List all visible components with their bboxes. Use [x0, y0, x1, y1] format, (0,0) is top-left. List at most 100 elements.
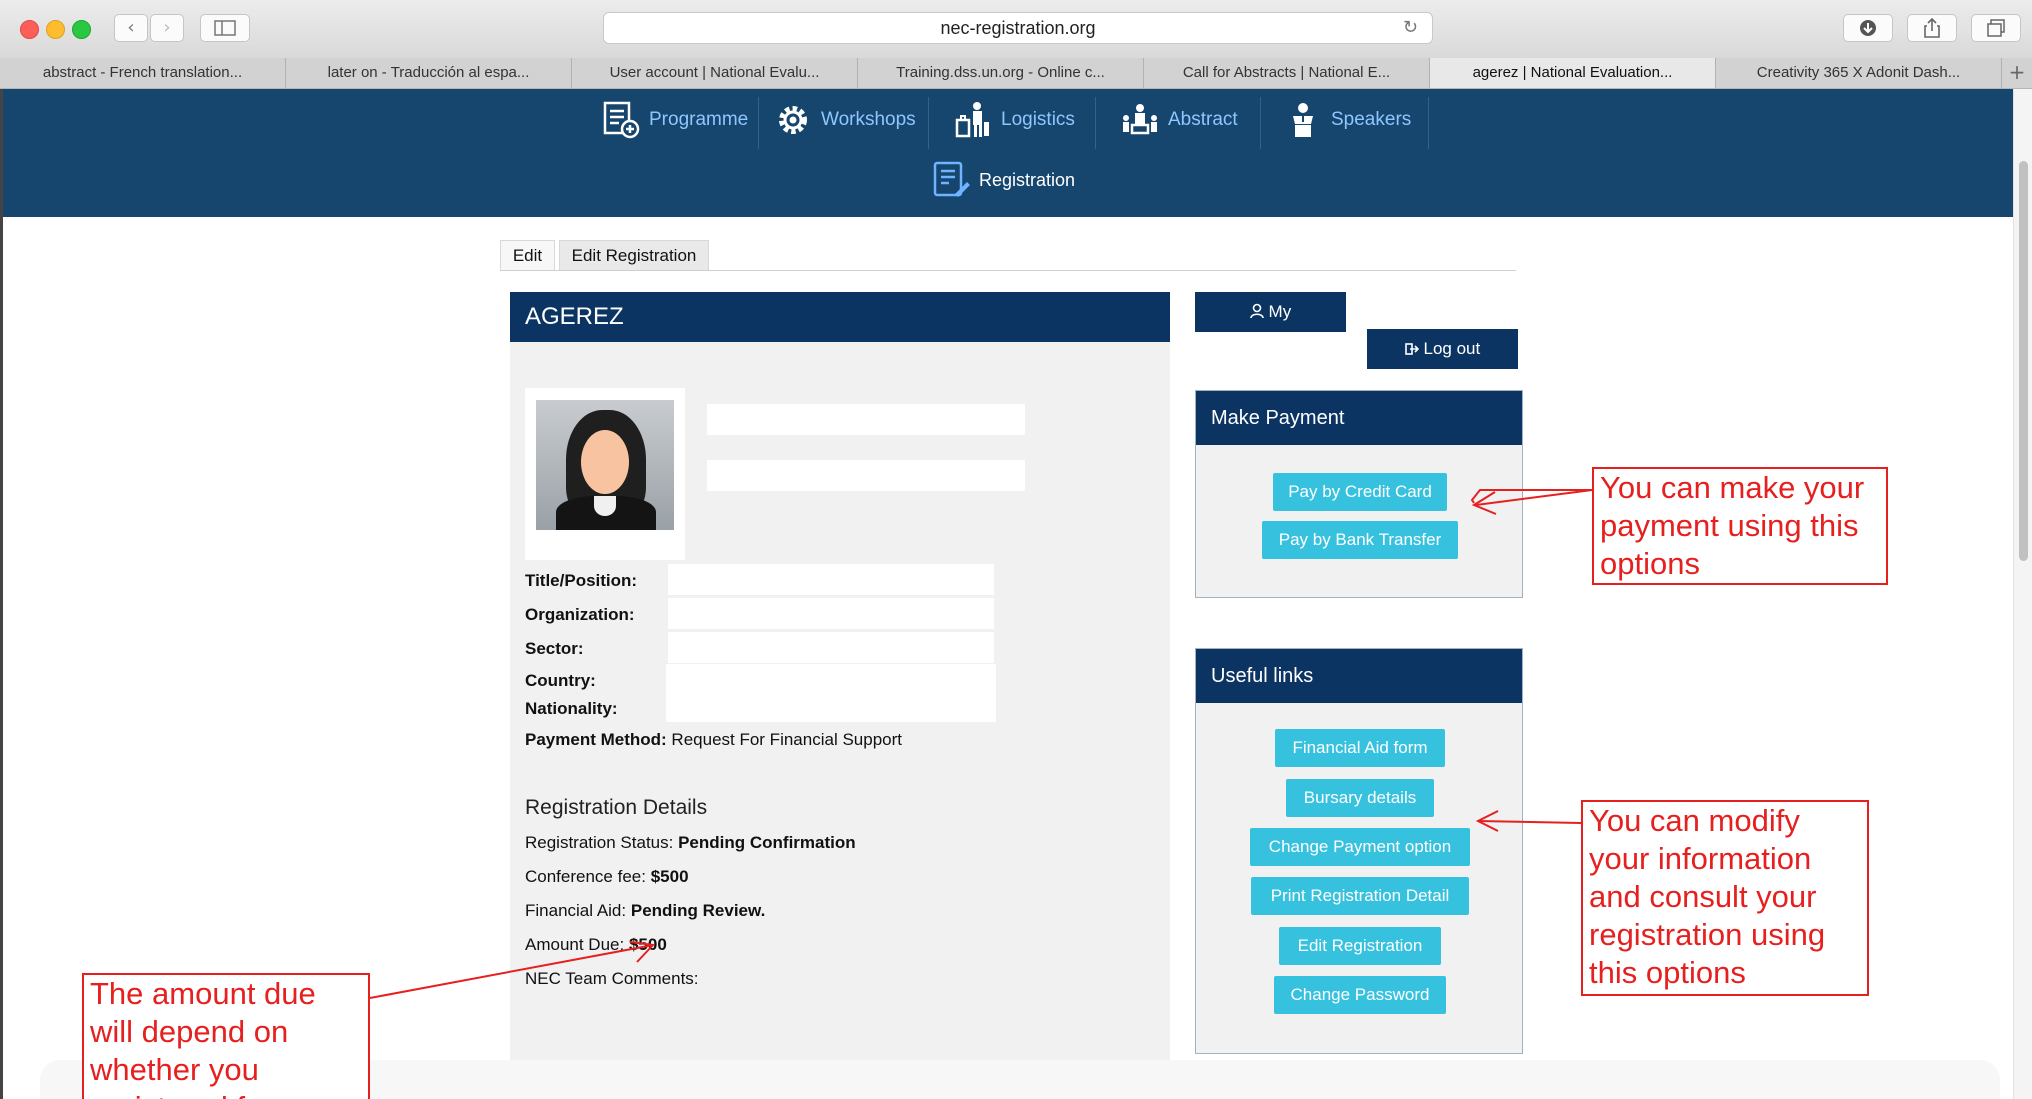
sidebar-toggle-button[interactable]: [200, 14, 250, 42]
logout-button[interactable]: Log out: [1367, 329, 1518, 369]
browser-tab-active[interactable]: agerez | National Evaluation...: [1430, 58, 1716, 88]
payment-method: Payment Method: Request For Financial Su…: [525, 730, 902, 749]
profile-panel: AGEREZ Title/Position: Organization: Sec…: [510, 292, 1170, 1062]
logout-label: Log out: [1423, 339, 1481, 358]
site-header: Programme Workshops Logistics Abstract S…: [3, 89, 2013, 217]
change-password-button[interactable]: Change Password: [1274, 976, 1446, 1014]
nav-speakers-label: Speakers: [1331, 109, 1412, 130]
profile-name: AGEREZ: [510, 292, 1170, 342]
browser-tab[interactable]: later on - Traducción al espa...: [286, 58, 572, 88]
window-edge: [0, 89, 3, 1099]
nav-speakers[interactable]: Speakers: [1283, 93, 1411, 147]
title-label: Title/Position:: [525, 571, 638, 590]
chevron-left-icon: ‹: [127, 17, 135, 38]
registration-form-icon: [933, 161, 970, 197]
amount-annotation: The amount due will depend on whether yo…: [82, 973, 370, 1099]
modify-annotation: You can modify your information and cons…: [1581, 800, 1869, 996]
download-icon: [1860, 20, 1876, 36]
programme-icon: [603, 101, 640, 139]
nav-divider: [758, 97, 759, 149]
sector-field: [668, 632, 994, 663]
profile-photo: [525, 388, 685, 560]
close-window-button[interactable]: [20, 20, 39, 39]
sign-out-icon: [1404, 343, 1419, 355]
financial-aid-form-button[interactable]: Financial Aid form: [1275, 729, 1445, 767]
tabs-icon: [1987, 19, 2005, 37]
browser-tab[interactable]: Training.dss.un.org - Online c...: [858, 58, 1144, 88]
nav-divider: [928, 97, 929, 149]
organization-label: Organization:: [525, 605, 635, 624]
scrollbar-thumb[interactable]: [2019, 161, 2028, 561]
email-field: [707, 460, 1025, 491]
payment-method-value: Request For Financial Support: [671, 730, 902, 749]
bursary-details-button[interactable]: Bursary details: [1286, 779, 1434, 817]
my-account-button[interactable]: My: [1195, 292, 1346, 332]
browser-tab[interactable]: User account | National Evalu...: [572, 58, 858, 88]
nav-abstract[interactable]: Abstract: [1120, 93, 1238, 147]
browser-tab[interactable]: Call for Abstracts | National E...: [1144, 58, 1430, 88]
forward-button[interactable]: ›: [150, 14, 184, 42]
sidebar-icon: [214, 20, 236, 36]
country-label: Country:: [525, 671, 596, 690]
nav-registration[interactable]: Registration: [931, 153, 1075, 207]
nav-logistics[interactable]: Logistics: [953, 93, 1075, 147]
change-payment-option-button[interactable]: Change Payment option: [1250, 828, 1470, 866]
traveler-icon: [955, 102, 989, 138]
speaker-icon: [1293, 103, 1313, 137]
tabs-overview-button[interactable]: [1971, 14, 2021, 42]
share-button[interactable]: [1907, 14, 1957, 42]
make-payment-box: Make Payment Pay by Credit Card Pay by B…: [1195, 390, 1523, 598]
pay-by-bank-transfer-button[interactable]: Pay by Bank Transfer: [1262, 521, 1458, 559]
chevron-right-icon: ›: [163, 17, 171, 38]
make-payment-heading: Make Payment: [1196, 391, 1522, 445]
nav-registration-label: Registration: [979, 169, 1076, 190]
nec-team-comments: NEC Team Comments:: [525, 969, 699, 988]
print-registration-detail-button[interactable]: Print Registration Detail: [1251, 877, 1469, 915]
tab-edit[interactable]: Edit: [500, 240, 555, 270]
nav-workshops[interactable]: Workshops: [773, 93, 916, 147]
share-icon: [1924, 17, 1940, 38]
nav-programme-label: Programme: [649, 109, 749, 130]
browser-tab[interactable]: abstract - French translation...: [0, 58, 286, 88]
nav-divider: [1428, 97, 1429, 149]
page-tabs: Edit Edit Registration: [500, 240, 1516, 271]
tab-edit-registration[interactable]: Edit Registration: [559, 240, 709, 270]
title-field: [668, 564, 994, 595]
status-badge: Pending Confirmation: [678, 833, 856, 852]
edit-registration-button[interactable]: Edit Registration: [1279, 927, 1441, 965]
name-field: [707, 404, 1025, 435]
nav-divider: [1095, 97, 1096, 149]
presentation-icon: [1123, 104, 1157, 135]
sector-label: Sector:: [525, 639, 584, 658]
avatar: [536, 400, 674, 530]
organization-field: [668, 598, 994, 629]
browser-tab-bar: abstract - French translation... later o…: [0, 58, 2032, 89]
pay-by-credit-card-button[interactable]: Pay by Credit Card: [1273, 473, 1447, 511]
amount-due: Amount Due: $500: [525, 935, 667, 954]
user-icon: [1249, 303, 1264, 319]
browser-toolbar: ‹ › nec-registration.org ↻: [0, 0, 2032, 59]
country-nationality-field: [666, 664, 996, 722]
minimize-window-button[interactable]: [46, 20, 65, 39]
zoom-window-button[interactable]: [72, 20, 91, 39]
browser-tab[interactable]: Creativity 365 X Adonit Dash...: [1716, 58, 2002, 88]
financial-aid-status: Financial Aid: Pending Review.: [525, 901, 766, 920]
downloads-button[interactable]: [1843, 14, 1893, 42]
registration-details-heading: Registration Details: [525, 796, 708, 819]
nav-programme[interactable]: Programme: [601, 93, 748, 147]
address-url: nec-registration.org: [940, 18, 1096, 38]
page-scrollbar[interactable]: [2013, 89, 2032, 1099]
back-button[interactable]: ‹: [114, 14, 148, 42]
nationality-label: Nationality:: [525, 699, 618, 718]
nav-abstract-label: Abstract: [1168, 109, 1238, 130]
nav-divider: [1260, 97, 1261, 149]
my-account-label: My: [1268, 302, 1292, 321]
reload-icon[interactable]: ↻: [1403, 13, 1418, 43]
nav-workshops-label: Workshops: [821, 109, 916, 130]
registration-status: Registration Status: Pending Confirmatio…: [525, 833, 856, 852]
useful-links-heading: Useful links: [1196, 649, 1522, 703]
conference-fee: Conference fee: $500: [525, 867, 689, 886]
address-bar[interactable]: nec-registration.org ↻: [603, 12, 1433, 44]
nav-logistics-label: Logistics: [1001, 109, 1075, 130]
new-tab-button[interactable]: +: [2002, 58, 2032, 88]
